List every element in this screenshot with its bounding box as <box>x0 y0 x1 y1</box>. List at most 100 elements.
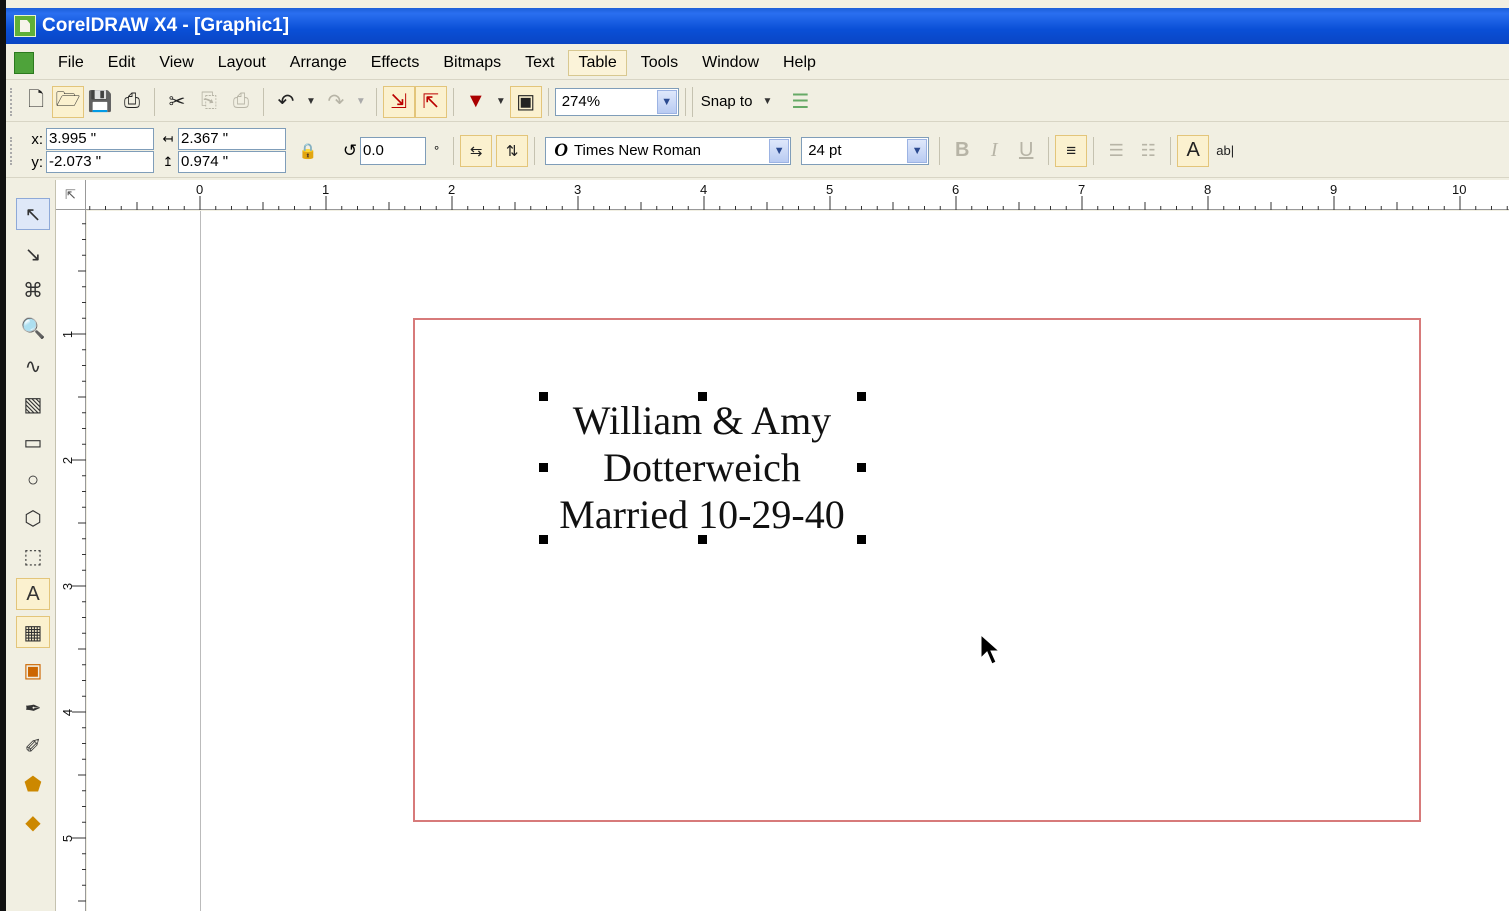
ellipse-tool-icon[interactable]: ○ <box>16 464 50 496</box>
redo-icon[interactable]: ↷ <box>320 86 352 118</box>
menu-edit[interactable]: Edit <box>98 50 146 76</box>
lock-ratio-icon[interactable]: 🔒 <box>292 135 324 167</box>
polygon-tool-icon[interactable]: ⬡ <box>16 502 50 534</box>
vertical-ruler[interactable]: 1 2 3 4 5 <box>56 210 86 911</box>
mirror-vertical-icon[interactable]: ⇅ <box>496 134 529 167</box>
text-align-icon[interactable]: ≡ <box>1055 134 1088 167</box>
selection-handle[interactable] <box>698 392 707 401</box>
separator <box>1048 136 1050 165</box>
y-position-input[interactable]: -2.073 " <box>46 151 154 173</box>
bullet-list-icon[interactable]: ☰ <box>1100 135 1132 167</box>
menu-layout[interactable]: Layout <box>208 50 276 76</box>
toolbar-grip[interactable] <box>10 136 14 165</box>
selection-handle[interactable] <box>539 463 548 472</box>
selection-handle[interactable] <box>539 392 548 401</box>
basic-shapes-tool-icon[interactable]: ⬚ <box>16 540 50 572</box>
freehand-tool-icon[interactable]: ∿ <box>16 350 50 382</box>
fill-tool-icon[interactable]: ⬟ <box>16 768 50 800</box>
underline-icon[interactable]: U <box>1010 135 1042 167</box>
copy-icon[interactable]: ⎘ <box>193 86 225 118</box>
coreldraw-app-icon[interactable] <box>14 15 36 37</box>
options-icon[interactable]: ☰ <box>784 86 816 118</box>
crop-tool-icon[interactable]: ⌘ <box>16 274 50 306</box>
property-bar: x: 3.995 " y: -2.073 " ↤ 2.367 " ↥ 0.974… <box>6 124 1509 178</box>
zoom-tool-icon[interactable]: 🔍 <box>16 312 50 344</box>
undo-dropdown-icon[interactable]: ▼ <box>306 96 316 107</box>
selection-handle[interactable] <box>539 535 548 544</box>
chevron-down-icon[interactable]: ▼ <box>769 138 790 163</box>
menu-effects[interactable]: Effects <box>361 50 430 76</box>
selection-handle[interactable] <box>857 463 866 472</box>
menu-tools[interactable]: Tools <box>631 50 688 76</box>
export-icon[interactable]: ⇱ <box>414 85 447 118</box>
launcher-dropdown-icon[interactable]: ▼ <box>496 96 506 107</box>
menu-view[interactable]: View <box>149 50 203 76</box>
bold-icon[interactable]: B <box>946 135 978 167</box>
rectangle-tool-icon[interactable]: ▭ <box>16 426 50 458</box>
undo-icon[interactable]: ↶ <box>270 86 302 118</box>
edit-text-icon[interactable]: ab| <box>1209 135 1241 167</box>
zoom-value: 274% <box>561 93 601 110</box>
character-formatting-icon[interactable]: A <box>1177 134 1210 167</box>
ruler-origin-icon[interactable]: ⇱ <box>56 180 86 210</box>
mouse-cursor-icon <box>980 634 1001 665</box>
separator <box>375 87 377 116</box>
menu-text[interactable]: Text <box>515 50 564 76</box>
zoom-combo[interactable]: 274% ▼ <box>554 87 679 116</box>
size-fields: ↤ 2.367 " ↥ 0.974 " <box>158 128 286 174</box>
width-input[interactable]: 2.367 " <box>178 128 286 150</box>
separator <box>453 136 455 165</box>
italic-icon[interactable]: I <box>978 135 1010 167</box>
font-list-combo[interactable]: O Times New Roman ▼ <box>545 136 792 165</box>
application-launcher-icon[interactable]: ▼ <box>460 86 492 118</box>
interactive-fill-tool-icon[interactable]: ◆ <box>16 806 50 838</box>
drop-cap-icon[interactable]: ☷ <box>1132 135 1164 167</box>
save-icon[interactable]: 💾 <box>84 86 116 118</box>
outline-tool-icon[interactable]: ✐ <box>16 730 50 762</box>
document-icon[interactable] <box>14 51 34 74</box>
horizontal-ruler[interactable]: 0 1 2 3 4 5 6 7 8 9 10 <box>56 180 1509 210</box>
menu-table[interactable]: Table <box>568 49 627 76</box>
height-input[interactable]: 0.974 " <box>178 151 286 173</box>
menu-arrange[interactable]: Arrange <box>280 50 357 76</box>
cut-icon[interactable]: ✂ <box>161 86 193 118</box>
toolbar-grip[interactable] <box>10 87 14 116</box>
artistic-text-object[interactable]: William & Amy Dotterweich Married 10-29-… <box>543 397 861 538</box>
chevron-down-icon[interactable]: ▼ <box>907 138 928 163</box>
snap-to-button[interactable]: Snap to ▼ <box>691 86 785 117</box>
menu-help[interactable]: Help <box>773 50 826 76</box>
title-bar[interactable]: CorelDRAW X4 - [Graphic1] <box>6 8 1509 44</box>
shape-tool-icon[interactable]: ↘ <box>16 238 50 270</box>
window-title: CorelDRAW X4 - [Graphic1] <box>42 15 290 36</box>
x-label: x: <box>31 130 43 148</box>
snap-dropdown-icon[interactable]: ▼ <box>762 96 772 107</box>
menu-window[interactable]: Window <box>692 50 769 76</box>
import-icon[interactable]: ⇲ <box>382 85 415 118</box>
welcome-screen-icon[interactable]: ▣ <box>509 85 542 118</box>
rotation-input[interactable]: 0.0 <box>360 136 426 165</box>
chevron-down-icon[interactable]: ▼ <box>656 89 677 114</box>
width-icon: ↤ <box>162 131 174 146</box>
print-icon[interactable]: ⎙ <box>116 86 148 118</box>
text-tool-icon[interactable]: A <box>16 578 50 610</box>
text-line: William & Amy <box>572 398 832 443</box>
new-icon[interactable]: 🗋 <box>20 86 52 118</box>
smart-fill-tool-icon[interactable]: ▧ <box>16 388 50 420</box>
mirror-horizontal-icon[interactable]: ⇆ <box>460 134 493 167</box>
pick-tool-icon[interactable]: ↖ <box>16 198 50 230</box>
open-icon[interactable]: 🗁 <box>52 85 84 118</box>
x-position-input[interactable]: 3.995 " <box>46 128 154 150</box>
redo-dropdown-icon[interactable]: ▼ <box>356 96 366 107</box>
selection-handle[interactable] <box>857 535 866 544</box>
selection-handle[interactable] <box>857 392 866 401</box>
font-size-combo[interactable]: 24 pt ▼ <box>801 136 930 165</box>
menu-file[interactable]: File <box>48 50 94 76</box>
selection-handle[interactable] <box>698 535 707 544</box>
table-tool-icon[interactable]: ▦ <box>16 616 50 648</box>
ruler-label: 1 <box>322 182 330 197</box>
menu-bitmaps[interactable]: Bitmaps <box>433 50 511 76</box>
paste-icon[interactable]: ⎙ <box>225 86 257 118</box>
ruler-label: 3 <box>60 582 76 591</box>
interactive-blend-tool-icon[interactable]: ▣ <box>16 654 50 686</box>
eyedropper-tool-icon[interactable]: ✒ <box>16 692 50 724</box>
